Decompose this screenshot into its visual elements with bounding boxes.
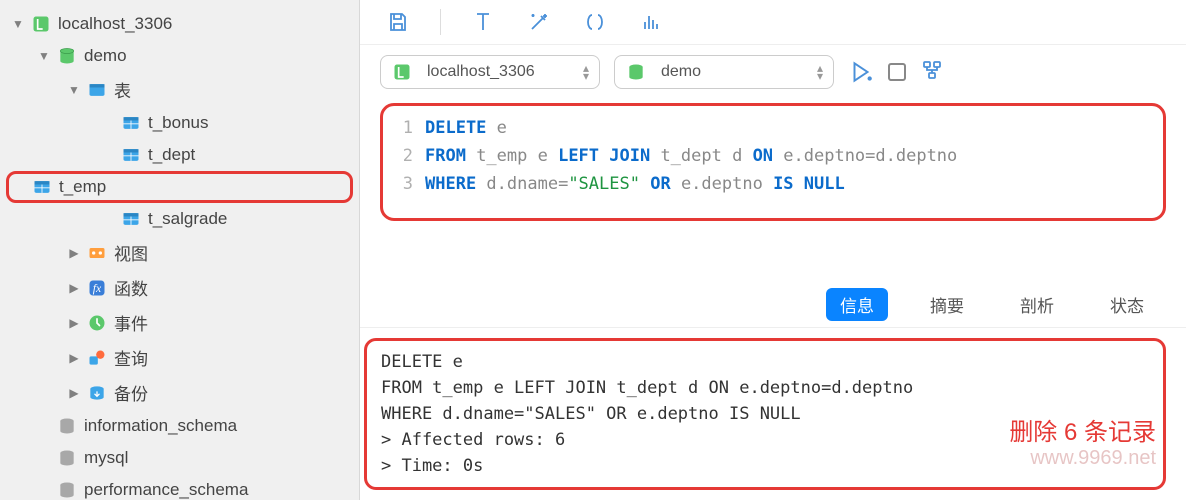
table-icon bbox=[120, 112, 142, 134]
svg-text:fx: fx bbox=[93, 282, 102, 295]
views-icon bbox=[86, 242, 108, 264]
toolbar bbox=[360, 0, 1186, 45]
format-icon[interactable] bbox=[469, 8, 497, 36]
tree-functions[interactable]: ▶ fx 函数 bbox=[0, 270, 359, 305]
table-icon bbox=[120, 208, 142, 230]
database-icon bbox=[56, 45, 78, 67]
tree-database-mysql[interactable]: ▶mysql bbox=[0, 442, 359, 474]
connection-icon bbox=[30, 13, 52, 35]
tab-summary[interactable]: 摘要 bbox=[916, 288, 978, 321]
tree-views[interactable]: ▶ 视图 bbox=[0, 235, 359, 270]
brackets-icon[interactable] bbox=[581, 8, 609, 36]
sql-editor-highlight: 123 DELETE eFROM t_emp e LEFT JOIN t_dep… bbox=[380, 103, 1166, 221]
tree-label: t_salgrade bbox=[148, 209, 227, 229]
tab-status[interactable]: 状态 bbox=[1096, 288, 1158, 321]
database-icon bbox=[625, 61, 647, 83]
queries-icon bbox=[86, 347, 108, 369]
tree-database-performance_schema[interactable]: ▶performance_schema bbox=[0, 474, 359, 500]
chevron-right-icon: ▶ bbox=[66, 246, 82, 260]
functions-icon: fx bbox=[86, 277, 108, 299]
tree-label: information_schema bbox=[84, 416, 237, 436]
magic-wand-icon[interactable] bbox=[525, 8, 553, 36]
tree-label: 函数 bbox=[114, 275, 148, 300]
tree-backup[interactable]: ▶ 备份 bbox=[0, 375, 359, 410]
events-icon bbox=[86, 312, 108, 334]
tree-table-t_bonus[interactable]: ▶t_bonus bbox=[0, 107, 359, 139]
spinner-icon: ▴▾ bbox=[583, 64, 589, 80]
chevron-down-icon: ▼ bbox=[66, 83, 82, 97]
connection-combo[interactable]: localhost_3306 ▴▾ bbox=[380, 55, 600, 89]
database-icon bbox=[56, 479, 78, 500]
tree-connection[interactable]: ▼ localhost_3306 bbox=[0, 8, 359, 40]
spinner-icon: ▴▾ bbox=[817, 64, 823, 80]
tree-label: mysql bbox=[84, 448, 128, 468]
tree-database-information_schema[interactable]: ▶information_schema bbox=[0, 410, 359, 442]
chevron-right-icon: ▶ bbox=[66, 316, 82, 330]
tree-label: 查询 bbox=[114, 345, 148, 370]
connection-bar: localhost_3306 ▴▾ demo ▴▾ bbox=[360, 45, 1186, 99]
tree-label: localhost_3306 bbox=[58, 14, 172, 34]
divider bbox=[440, 9, 441, 35]
tree-label: demo bbox=[84, 46, 127, 66]
combo-label: localhost_3306 bbox=[427, 63, 575, 81]
main-panel: localhost_3306 ▴▾ demo ▴▾ 123 DELETE eFR… bbox=[360, 0, 1186, 500]
tree-label: performance_schema bbox=[84, 480, 248, 500]
tree-table-t_dept[interactable]: ▶t_dept bbox=[0, 139, 359, 171]
line-gutter: 123 bbox=[389, 114, 425, 198]
result-tabs: 信息 摘要 剖析 状态 bbox=[360, 278, 1186, 328]
database-icon bbox=[56, 447, 78, 469]
table-icon bbox=[120, 144, 142, 166]
tree-label: 表 bbox=[114, 77, 131, 102]
database-icon bbox=[56, 415, 78, 437]
tree-database[interactable]: ▼ demo bbox=[0, 40, 359, 72]
chevron-down-icon: ▼ bbox=[36, 49, 52, 63]
tree-table-t_salgrade[interactable]: ▶t_salgrade bbox=[0, 203, 359, 235]
watermark-text: www.9969.net bbox=[1009, 447, 1156, 470]
combo-label: demo bbox=[661, 63, 809, 81]
chevron-right-icon: ▶ bbox=[66, 386, 82, 400]
tree-queries[interactable]: ▶ 查询 bbox=[0, 340, 359, 375]
annotation: 删除 6 条记录 www.9969.net bbox=[1009, 412, 1156, 470]
stop-button[interactable] bbox=[888, 63, 906, 81]
chevron-down-icon: ▼ bbox=[10, 17, 26, 31]
explain-icon[interactable] bbox=[920, 58, 944, 87]
tree-label: 备份 bbox=[114, 380, 148, 405]
sidebar: ▼ localhost_3306 ▼ demo ▼ 表 ▶t_bonus▶t_d… bbox=[0, 0, 360, 500]
tables-icon bbox=[86, 79, 108, 101]
tree-tables-folder[interactable]: ▼ 表 bbox=[0, 72, 359, 107]
table-icon bbox=[31, 176, 53, 198]
tree-table-t_emp[interactable]: ▶t_emp bbox=[6, 171, 353, 203]
tab-info[interactable]: 信息 bbox=[826, 288, 888, 321]
tab-profile[interactable]: 剖析 bbox=[1006, 288, 1068, 321]
chart-icon[interactable] bbox=[637, 8, 665, 36]
tree-label: t_emp bbox=[59, 177, 106, 197]
connection-icon bbox=[391, 61, 413, 83]
annotation-note: 删除 6 条记录 bbox=[1009, 412, 1156, 447]
run-button[interactable] bbox=[848, 59, 874, 85]
save-icon[interactable] bbox=[384, 8, 412, 36]
code-area[interactable]: DELETE eFROM t_emp e LEFT JOIN t_dept d … bbox=[425, 114, 1157, 198]
tree-label: 事件 bbox=[114, 310, 148, 335]
database-combo[interactable]: demo ▴▾ bbox=[614, 55, 834, 89]
tree-label: t_dept bbox=[148, 145, 195, 165]
chevron-right-icon: ▶ bbox=[66, 281, 82, 295]
backup-icon bbox=[86, 382, 108, 404]
chevron-right-icon: ▶ bbox=[66, 351, 82, 365]
tree-label: t_bonus bbox=[148, 113, 209, 133]
tree-events[interactable]: ▶ 事件 bbox=[0, 305, 359, 340]
tree-label: 视图 bbox=[114, 240, 148, 265]
sql-editor[interactable]: 123 DELETE eFROM t_emp e LEFT JOIN t_dep… bbox=[389, 114, 1157, 198]
